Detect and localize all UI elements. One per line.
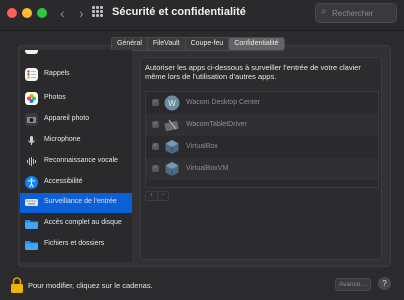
lock-instruction-text: Pour modifier, cliquez sur le cadenas. [28,281,153,290]
lock-icon[interactable] [10,277,24,294]
sidebar-item-full-disk-access[interactable]: Accès complet au disque [20,214,132,234]
sidebar-item-label: Surveillance de l’entrée [44,198,117,205]
reminders-icon [25,68,38,81]
sidebar-item-label: Photos [44,94,66,101]
photos-icon [25,92,38,105]
contacts-icon [25,50,38,54]
sidebar-item-label: Reconnaissance vocale [44,157,118,164]
app-checkbox[interactable]: ✓ [152,143,159,150]
title-bar: ‹ › Sécurité et confidentialité ⌕ [0,0,404,31]
footer-bar: Pour modifier, cliquez sur le cadenas. A… [0,270,404,300]
search-field[interactable]: ⌕ [315,3,397,23]
sidebar-item-photos[interactable]: Photos [20,89,132,109]
accessibility-icon [25,176,38,189]
sidebar-item-label: Fichiers et dossiers [44,240,105,247]
minimize-window-button[interactable] [22,8,32,18]
tab-privacy[interactable]: Confidentialité [229,38,284,50]
sidebar-item-label: Appareil photo [44,115,90,122]
app-checkbox[interactable]: ✓ [152,121,159,128]
wacom-desktop-center-icon: W [164,95,180,111]
sidebar-item-camera[interactable]: Appareil photo [20,110,132,130]
sidebar-item-label: Microphone [44,136,81,143]
maximize-window-button[interactable] [37,8,47,18]
camera-icon [25,113,38,126]
app-row-wacom-tablet-driver[interactable]: ✓ WacomTabletDriver [146,114,378,136]
microphone-icon [25,134,38,147]
app-name: WacomTabletDriver [186,121,247,128]
folder-icon [25,220,38,229]
folder-icon [25,241,38,250]
keyboard-icon [25,199,38,206]
sidebar-item-accessibility[interactable]: Accessibilité [20,173,132,193]
add-remove-control: + − [145,191,169,201]
sidebar-item-partial[interactable] [20,50,132,58]
svg-text:W: W [168,99,176,108]
wacom-tablet-driver-icon [164,119,179,132]
tab-firewall[interactable]: Coupe-feu [186,38,230,50]
forward-button[interactable]: › [79,4,84,22]
tab-general[interactable]: Général [112,38,148,50]
app-checkbox[interactable]: ✓ [152,165,159,172]
sidebar-item-label: Accessibilité [44,178,83,185]
sidebar-item-microphone[interactable]: Microphone [20,131,132,151]
back-button[interactable]: ‹ [60,4,65,22]
search-input[interactable] [332,4,392,22]
sidebar-item-files-folders[interactable]: Fichiers et dossiers [20,235,132,255]
app-checkbox[interactable]: ✓ [152,99,159,106]
description-text: Autoriser les apps ci-dessous à surveill… [145,63,361,81]
sidebar-item-rappels[interactable]: Rappels [20,65,132,85]
close-window-button[interactable] [7,8,17,18]
sidebar-item-speech[interactable]: Reconnaissance vocale [20,152,132,172]
app-row-virtualbox-vm[interactable]: ✓ VirtualBoxVM [146,158,378,180]
sidebar-item-label: Rappels [44,70,70,77]
remove-app-button[interactable]: − [158,192,169,200]
sidebar-item-input-monitoring[interactable]: Surveillance de l’entrée [20,193,132,213]
add-app-button[interactable]: + [146,192,158,200]
app-row-virtualbox[interactable]: ✓ VirtualBox [146,136,378,158]
app-name: Wacom Desktop Center [186,99,261,106]
tab-bar: Général FileVault Coupe-feu Confidential… [111,37,285,51]
virtualbox-icon [165,140,179,154]
app-name: VirtualBox [186,143,218,150]
speech-recognition-icon [25,155,38,168]
advanced-button[interactable]: Avancé… [335,278,371,291]
sidebar-item-label: Accès complet au disque [44,219,122,226]
search-icon: ⌕ [321,6,327,17]
app-row-wacom-desktop-center[interactable]: ✓ W Wacom Desktop Center [146,92,378,114]
window-title: Sécurité et confidentialité [112,6,246,18]
app-list: ✓ W Wacom Desktop Center ✓ WacomTabletDr… [145,91,379,188]
privacy-category-list: Rappels Photos Appareil photo Microphone [20,50,132,262]
virtualbox-vm-icon [165,162,179,176]
app-name: VirtualBoxVM [186,165,229,172]
tab-filevault[interactable]: FileVault [148,38,186,50]
show-all-grid-icon[interactable] [92,6,104,18]
help-button[interactable]: ? [378,277,391,290]
